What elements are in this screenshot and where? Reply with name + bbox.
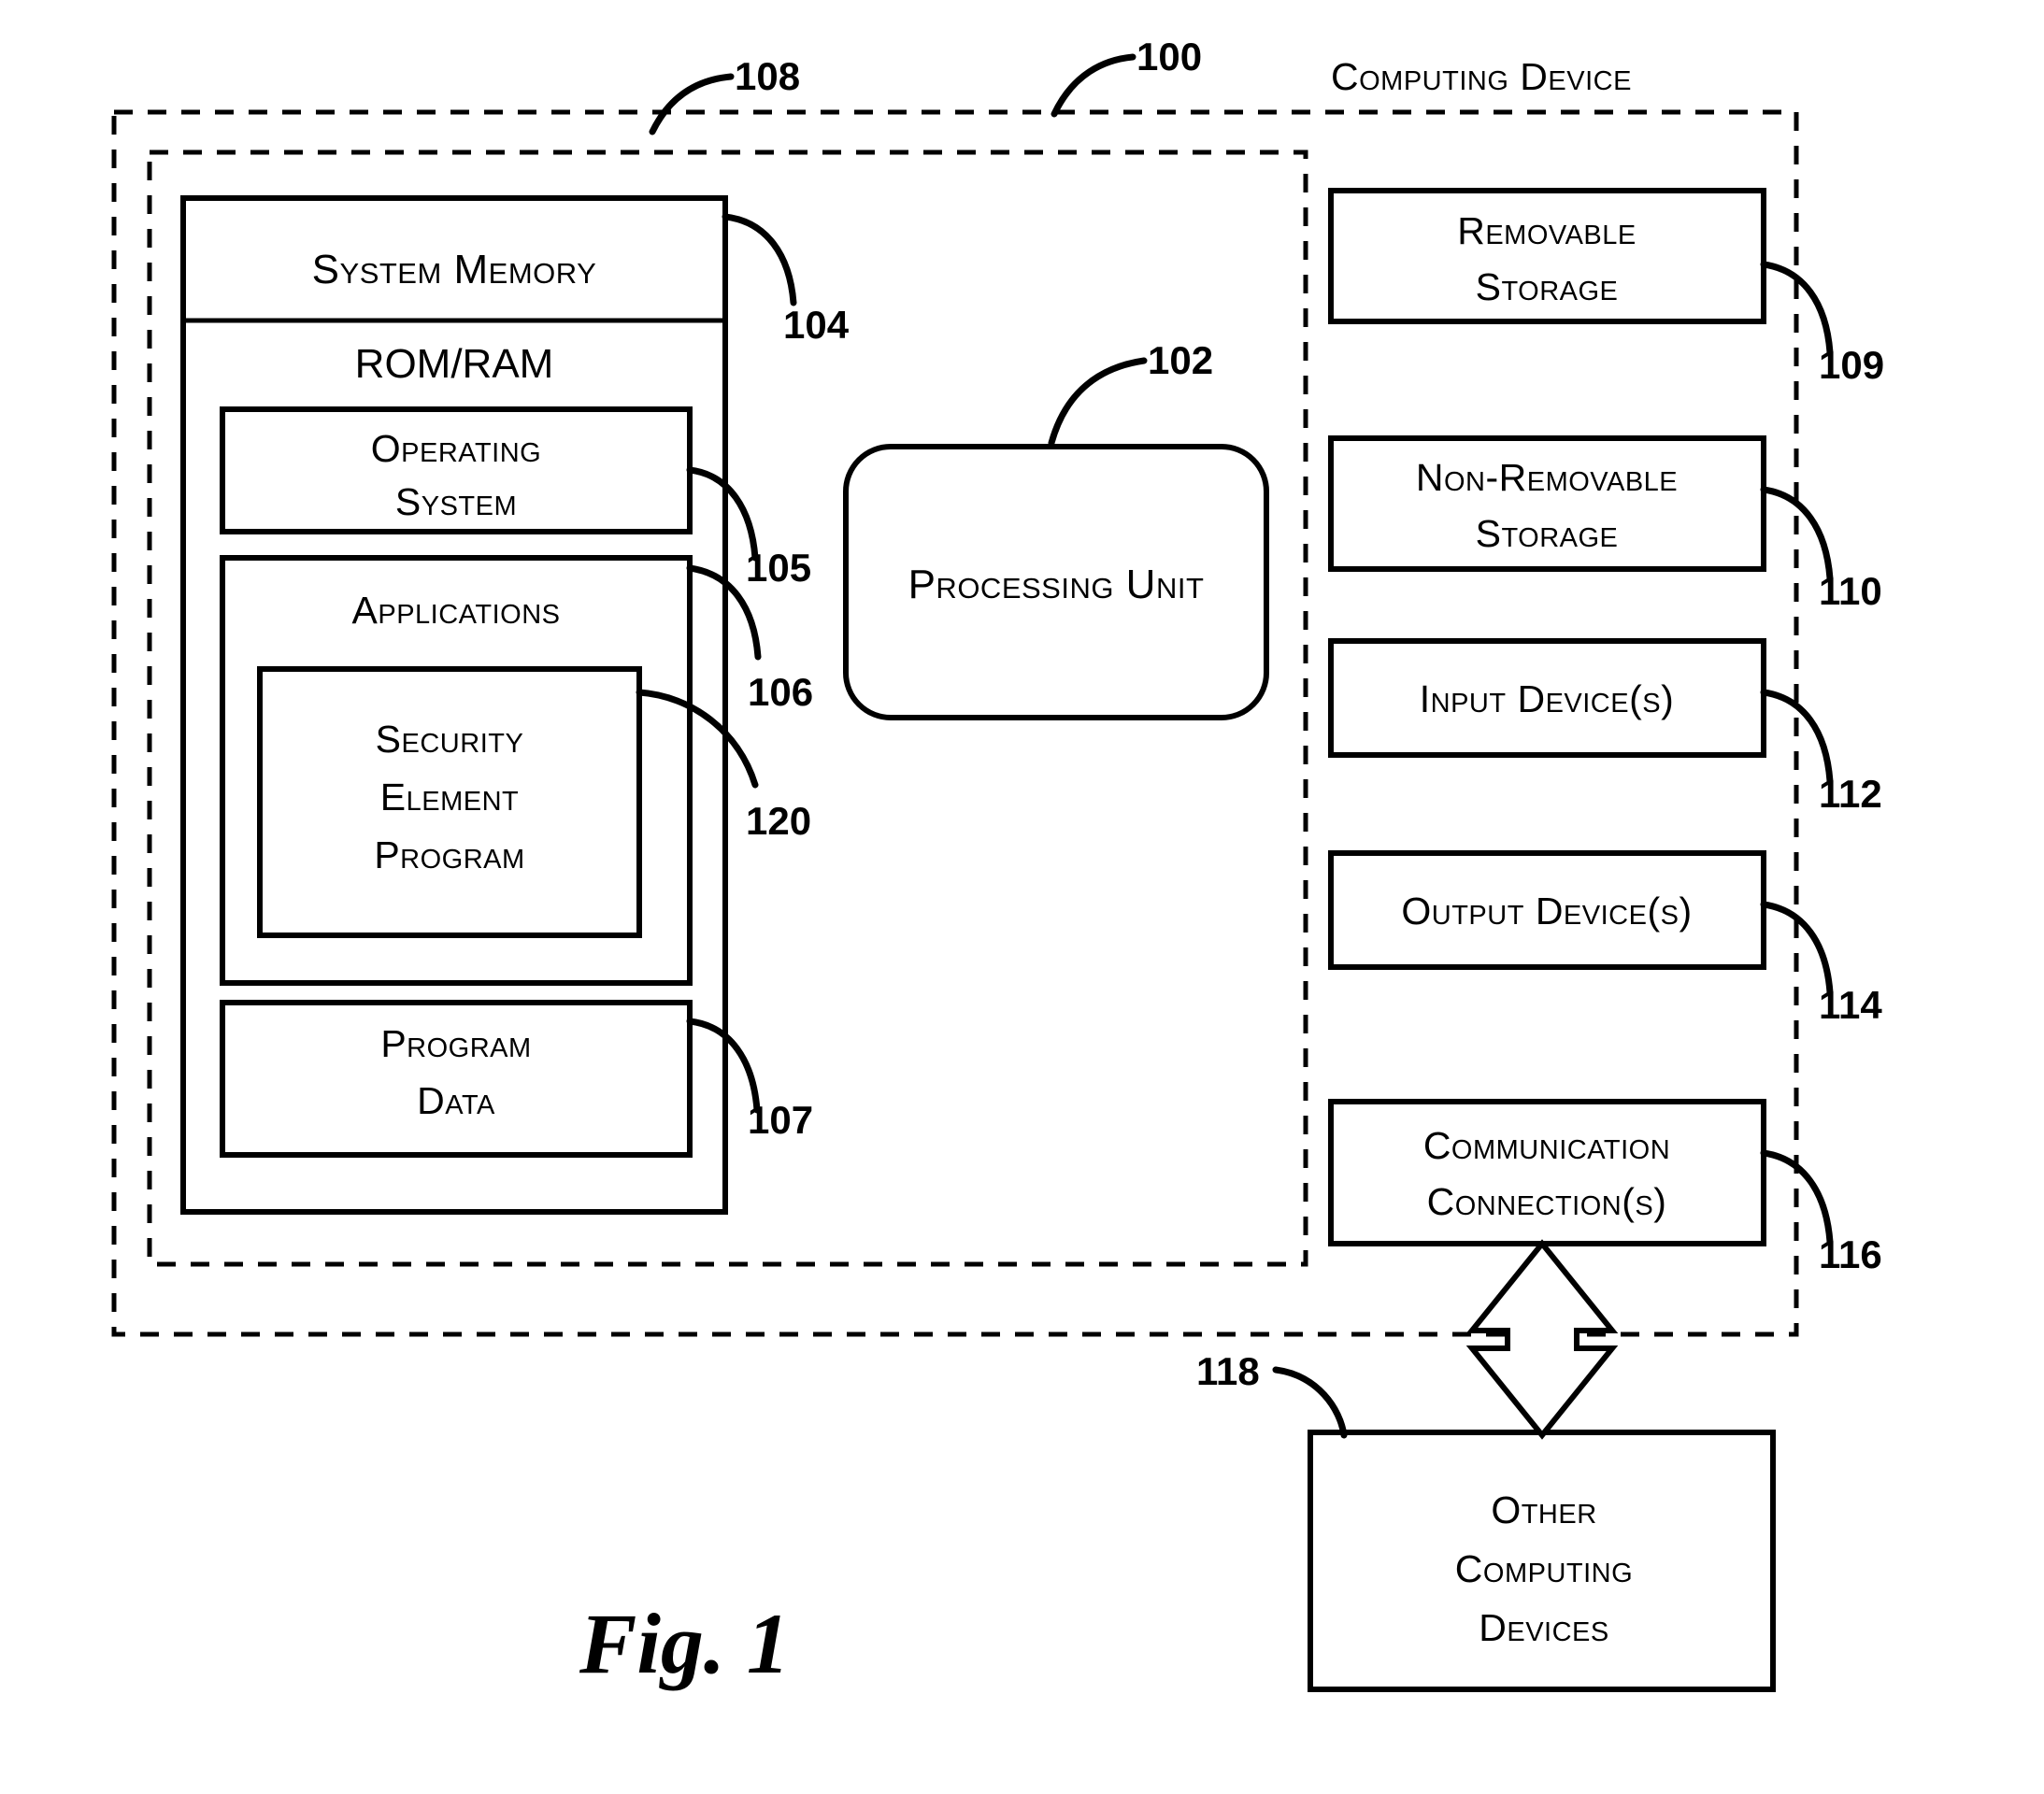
ref-114: 114: [1819, 983, 1882, 1027]
input-devices-label: Input Device(s): [1420, 677, 1675, 720]
ref-108: 108: [735, 54, 800, 98]
non-removable-storage-label-line2: Storage: [1476, 512, 1619, 555]
ref-116: 116: [1819, 1232, 1882, 1276]
other-computing-devices-label-line2: Computing: [1455, 1547, 1633, 1590]
ref-107: 107: [748, 1098, 813, 1142]
communication-connections-label-line2: Connection(s): [1427, 1180, 1667, 1223]
ref-100: 100: [1136, 35, 1202, 78]
figure-caption: Fig. 1: [579, 1596, 790, 1691]
removable-storage-label-line1: Removable: [1457, 209, 1637, 252]
security-element-program-label-line2: Element: [380, 776, 519, 819]
ref-102: 102: [1148, 338, 1213, 382]
security-element-program-label-line3: Program: [374, 833, 524, 876]
applications-label: Applications: [352, 589, 561, 632]
system-memory-label: System Memory: [312, 247, 597, 292]
non-removable-storage-label-line1: Non-Removable: [1416, 456, 1678, 499]
ref-104: 104: [783, 303, 850, 347]
security-element-program-label-line1: Security: [376, 718, 524, 761]
ref-105: 105: [746, 546, 811, 590]
operating-system-label-line2: System: [395, 480, 517, 523]
output-devices-label: Output Device(s): [1401, 890, 1692, 933]
program-data-label-line1: Program: [380, 1022, 531, 1065]
ref-120: 120: [746, 799, 811, 843]
ref-118: 118: [1196, 1349, 1260, 1393]
patent-figure: Computing Device System Memory ROM/RAM O…: [0, 0, 2044, 1794]
ref-109: 109: [1819, 343, 1884, 387]
program-data-label-line2: Data: [417, 1079, 495, 1122]
other-computing-devices-label-line1: Other: [1491, 1488, 1596, 1531]
removable-storage-label-line2: Storage: [1476, 265, 1619, 308]
computing-device-title: Computing Device: [1331, 55, 1632, 98]
rom-ram-label: ROM/RAM: [355, 341, 554, 387]
operating-system-label-line1: Operating: [371, 427, 541, 470]
ref-106: 106: [748, 670, 813, 714]
communication-connections-label-line1: Communication: [1423, 1124, 1670, 1167]
ref-110: 110: [1819, 569, 1882, 613]
other-computing-devices-label-line3: Devices: [1479, 1606, 1608, 1649]
diagram-text-layer: Computing Device System Memory ROM/RAM O…: [312, 35, 1884, 1691]
processing-unit-label: Processing Unit: [908, 562, 1205, 607]
ref-112: 112: [1819, 772, 1882, 816]
